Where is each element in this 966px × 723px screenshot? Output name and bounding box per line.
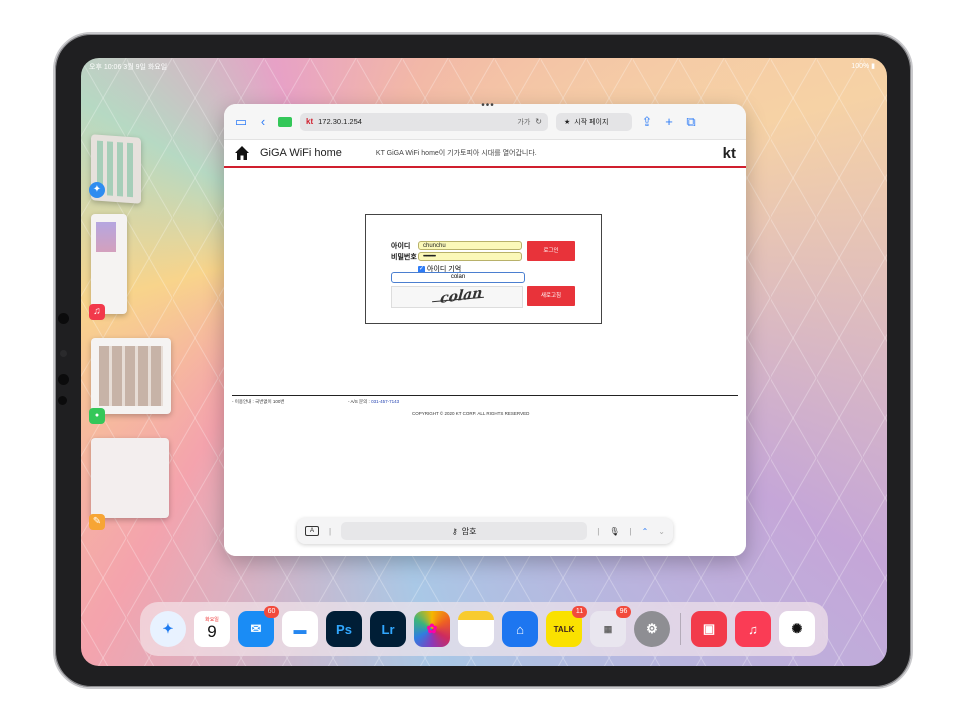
- status-bar: 오후 10:06 3월 9일 화요일 100% ▮: [81, 58, 887, 72]
- captcha-input[interactable]: colan: [391, 272, 525, 283]
- bezel-sensor: [60, 350, 67, 357]
- id-input[interactable]: chunchu: [418, 241, 522, 250]
- tab-label: 시작 페이지: [574, 118, 609, 126]
- calendar-app-icon[interactable]: 화요일 9: [194, 611, 230, 647]
- ipad-frame: 오후 10:06 3월 9일 화요일 100% ▮ ✦ ♫ ● ✎ ••• ▭ …: [53, 32, 913, 689]
- kakao-badge: 11: [572, 606, 587, 618]
- chevron-up-icon[interactable]: ⌃: [642, 527, 649, 536]
- photos-app-icon[interactable]: ✿: [414, 611, 450, 647]
- keyboard-key-button[interactable]: A: [305, 526, 319, 536]
- back-chevron-icon[interactable]: ‹: [256, 115, 270, 128]
- key-icon: ⚷: [451, 526, 458, 536]
- footer-usage: - 이용안내 : 국번없이 100번: [232, 399, 285, 404]
- new-tab-icon[interactable]: +: [662, 115, 676, 128]
- lightroom-app-icon[interactable]: Lr: [370, 611, 406, 647]
- home-icon[interactable]: [234, 145, 250, 161]
- kt-router-page: GiGA WiFi home KT GiGA WiFi home이 기가토피아 …: [224, 140, 746, 556]
- bar-separator: |: [597, 526, 600, 536]
- kt-favicon: kt: [306, 117, 314, 126]
- sidebar-icon[interactable]: ▭: [234, 115, 248, 128]
- page-title: GiGA WiFi home: [260, 147, 342, 159]
- login-form: 아이디 chunchu 비밀번호 ••••••••••• ✓ 아이디 기억 co…: [365, 214, 602, 324]
- captcha-image: colan: [391, 284, 523, 308]
- photoshop-app-icon[interactable]: Ps: [326, 611, 362, 647]
- share-icon[interactable]: ⇪: [640, 115, 654, 128]
- reader-button[interactable]: 가가: [517, 117, 530, 127]
- password-input[interactable]: •••••••••••: [418, 252, 522, 261]
- url-text: 172.30.1.254: [318, 117, 362, 126]
- password-autofill-bar: A | ⚷ 암호 | 🎙 | ⌃ ⌄: [297, 518, 673, 544]
- settings-app-icon[interactable]: ⚙: [634, 611, 670, 647]
- folder-badge: 96: [616, 606, 631, 618]
- music-app-icon[interactable]: ♫: [735, 611, 771, 647]
- messages-stage-icon: ●: [89, 408, 105, 424]
- kakaotalk-app-icon[interactable]: TALK 11: [546, 606, 587, 647]
- thumbnail-content: [99, 346, 163, 406]
- start-page-tab[interactable]: ★ 시작 페이지: [556, 112, 632, 131]
- shopping-app-icon[interactable]: ▣: [691, 611, 727, 647]
- footer-as-number: 031-457-7143: [371, 399, 400, 404]
- window-grabber-icon[interactable]: •••: [479, 101, 497, 112]
- mail-badge: 60: [264, 606, 279, 618]
- stage-app-thumbnail-2[interactable]: [91, 214, 127, 314]
- chevron-down-icon[interactable]: ⌄: [658, 527, 665, 536]
- bezel-sensor-2: [58, 396, 67, 405]
- front-camera: [58, 313, 69, 324]
- footer-as: - A/S 문의 : 031-457-7143: [348, 399, 399, 405]
- address-bar[interactable]: kt 172.30.1.254 가가 ↻: [300, 112, 548, 131]
- app-folder-icon[interactable]: ▦ 96: [590, 606, 631, 647]
- kt-logo: kt: [722, 144, 736, 162]
- bar-separator: |: [629, 526, 632, 536]
- mail-app-icon[interactable]: ✉ 60: [238, 606, 279, 647]
- safari-stage-icon: ✦: [89, 182, 105, 198]
- footer-divider: [232, 395, 738, 396]
- battery-indicator: 100% ▮: [851, 63, 875, 70]
- status-time: 오후 10:06: [89, 64, 122, 71]
- ipad-screen: 오후 10:06 3월 9일 화요일 100% ▮ ✦ ♫ ● ✎ ••• ▭ …: [81, 58, 887, 666]
- notes-stage-icon: ✎: [89, 514, 105, 530]
- reload-icon[interactable]: ↻: [535, 117, 542, 126]
- refresh-captcha-button[interactable]: 새로고침: [527, 286, 575, 306]
- star-icon: ★: [564, 118, 571, 126]
- dock: ✦ 화요일 9 ✉ 60 ▬ Ps Lr ✿ ⌂ TALK 11 ▦ 96 ⚙ ▣ ♫…: [140, 602, 828, 656]
- calendar-day: 9: [207, 622, 217, 641]
- kt-header: GiGA WiFi home KT GiGA WiFi home이 기가토피아 …: [224, 140, 746, 168]
- footer-as-label: - A/S 문의 :: [348, 399, 370, 404]
- stage-app-thumbnail-3[interactable]: [91, 338, 171, 414]
- chatgpt-app-icon[interactable]: ✺: [779, 611, 815, 647]
- kakao-label: TALK: [553, 624, 575, 634]
- music-stage-icon: ♫: [89, 304, 105, 320]
- stage-app-thumbnail-4[interactable]: [91, 438, 169, 518]
- microphone-icon[interactable]: 🎙: [609, 527, 619, 536]
- id-label: 아이디: [391, 243, 411, 250]
- status-date: 3월 9일 화요일: [123, 64, 168, 71]
- safari-app-icon[interactable]: ✦: [150, 611, 186, 647]
- header-tagline: KT GiGA WiFi home이 기가토피아 시대를 열어갑니다.: [375, 150, 537, 157]
- keynote-app-icon[interactable]: ⌂: [502, 611, 538, 647]
- safari-window: ▭ ‹ kt 172.30.1.254 가가 ↻ ★ 시작 페이지 ⇪ + ⧉: [224, 104, 746, 556]
- thumbnail-content: [96, 222, 116, 252]
- password-label: 비밀번호: [391, 254, 417, 261]
- notes-app-icon[interactable]: [458, 611, 494, 647]
- tabs-overview-icon[interactable]: ⧉: [684, 115, 698, 128]
- password-label: 암호: [461, 526, 477, 536]
- bezel-button: [58, 374, 69, 385]
- bar-separator: |: [329, 526, 332, 536]
- tab-group-icon[interactable]: [278, 116, 292, 127]
- files-app-icon[interactable]: ▬: [282, 611, 318, 647]
- dock-separator: [680, 613, 681, 645]
- login-button[interactable]: 로그인: [527, 241, 575, 261]
- captcha-text: colan: [439, 284, 484, 308]
- password-suggestion[interactable]: ⚷ 암호: [341, 522, 588, 540]
- footer-copyright: COPYRIGHT © 2020 KT CORP. ALL RIGHTS RES…: [412, 411, 530, 416]
